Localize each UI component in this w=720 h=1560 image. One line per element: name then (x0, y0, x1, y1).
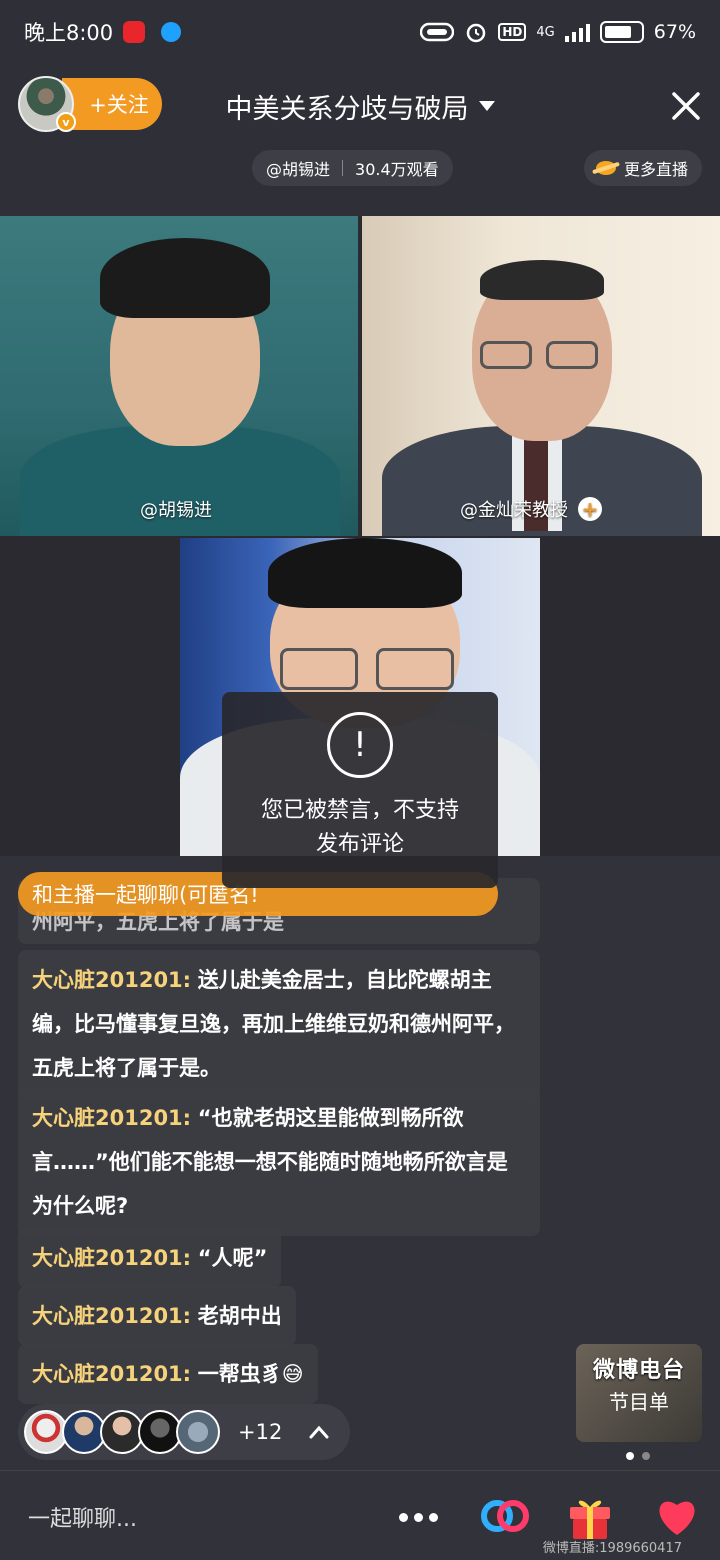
chat-username[interactable]: 大心脏201201: (32, 1362, 191, 1386)
host-handle: @胡锡进 (266, 160, 331, 179)
warning-icon: ! (327, 712, 393, 778)
more-dot-icon (428, 1512, 438, 1522)
battery-icon (599, 21, 644, 43)
close-icon (672, 92, 700, 120)
planet-icon (595, 161, 616, 175)
network-type: 4G (536, 24, 555, 40)
chat-message: 大心脏201201: “人呢” (18, 1228, 282, 1288)
chevron-up-icon (309, 1425, 329, 1439)
live-meta-pill[interactable]: @胡锡进 30.4万观看 (252, 150, 453, 186)
chat-message: 大心脏201201: 一帮虫豸😅 (18, 1344, 318, 1404)
viewer-avatar[interactable] (176, 1410, 220, 1454)
battery-percent: 67% (653, 21, 696, 43)
tile-label: @金灿荣教授 (460, 500, 568, 521)
radio-card-subtitle: 节目单 (609, 1390, 669, 1414)
person-hair (100, 238, 270, 318)
pager-dots (626, 1452, 650, 1460)
tile-label-row: @金灿荣教授 + (460, 496, 602, 522)
add-icon[interactable]: + (578, 497, 602, 521)
chat-message: 大心脏201201: 送儿赴美金居士，自比陀螺胡主编，比马懂事复旦逸，再加上维维… (18, 950, 540, 1098)
tile-label: @胡锡进 (140, 500, 212, 521)
glasses (280, 648, 358, 690)
more-live-label: 更多直播 (623, 160, 688, 179)
bottom-toolbar: 一起聊聊... 微博直播:1989660417 (0, 1470, 720, 1560)
status-time: 晚上8:00 (24, 21, 114, 45)
weibo-notification-icon (123, 21, 146, 43)
chat-message: 大心脏201201: 老胡中出 (18, 1286, 296, 1346)
chat-text: 一帮虫豸😅 (197, 1362, 304, 1386)
expand-viewers-button[interactable] (304, 1417, 334, 1447)
signal-icon (564, 22, 590, 42)
more-button[interactable] (396, 1497, 440, 1537)
toast-message: 您已被禁言，不支持发布评论 (260, 798, 459, 857)
divider (342, 160, 344, 176)
glasses (480, 341, 532, 369)
follow-button[interactable]: +关注 (62, 78, 162, 130)
heart-icon[interactable] (652, 1491, 702, 1541)
gift-icon[interactable] (566, 1491, 614, 1541)
verified-badge-icon: v (56, 112, 76, 132)
more-dot-icon (398, 1512, 408, 1522)
vpn-icon (420, 22, 455, 42)
viewer-count: +12 (238, 1420, 283, 1444)
chat-message: 大心脏201201: “也就老胡这里能做到畅所欲言……”他们能不能想一想不能随时… (18, 1088, 540, 1236)
chat-username[interactable]: 大心脏201201: (32, 1106, 191, 1130)
radio-card-title: 微博电台 (592, 1358, 685, 1383)
viewers-row[interactable]: +12 (18, 1404, 350, 1460)
chat-input[interactable]: 一起聊聊... (28, 1501, 137, 1533)
follow-label: +关注 (89, 93, 149, 117)
weibo-radio-card[interactable]: 微博电台 节目单 (576, 1344, 702, 1442)
view-count: 30.4万观看 (355, 160, 439, 179)
chat-username[interactable]: 大心脏201201: (32, 968, 191, 992)
chat-username[interactable]: 大心脏201201: (32, 1304, 191, 1328)
muted-toast: ! 您已被禁言，不支持发布评论 (222, 692, 498, 888)
video-tile-host[interactable]: @胡锡进 (0, 216, 358, 536)
pager-dot-active (626, 1452, 634, 1460)
watermark: 微博直播:1989660417 (542, 1541, 682, 1556)
live-header: +关注 v 中美关系分歧与破局 @胡锡进 30.4万观看 更多直播 (0, 64, 720, 216)
video-tile-guest[interactable]: @金灿荣教授 + (362, 216, 720, 536)
chevron-down-icon (478, 101, 495, 111)
glasses (376, 648, 454, 690)
alarm-icon (467, 23, 486, 43)
host-avatar[interactable]: v (18, 76, 76, 132)
glasses (546, 341, 598, 369)
person-hair (268, 538, 462, 608)
close-button[interactable] (664, 84, 708, 128)
link-icon[interactable] (478, 1491, 532, 1541)
hd-badge: HD (498, 23, 527, 41)
chat-username[interactable]: 大心脏201201: (32, 1246, 191, 1270)
person-hair (480, 260, 604, 300)
status-bar: 晚上8:00 HD 4G 67% (0, 0, 720, 64)
live-title[interactable]: 中美关系分歧与破局 (190, 84, 530, 128)
chat-text: 老胡中出 (197, 1304, 282, 1328)
live-title-text: 中美关系分歧与破局 (225, 93, 469, 125)
pager-dot (642, 1452, 650, 1460)
more-live-button[interactable]: 更多直播 (583, 150, 702, 186)
more-dot-icon (413, 1512, 423, 1522)
chat-text: “人呢” (197, 1246, 268, 1270)
app-notification-icon (161, 22, 182, 42)
